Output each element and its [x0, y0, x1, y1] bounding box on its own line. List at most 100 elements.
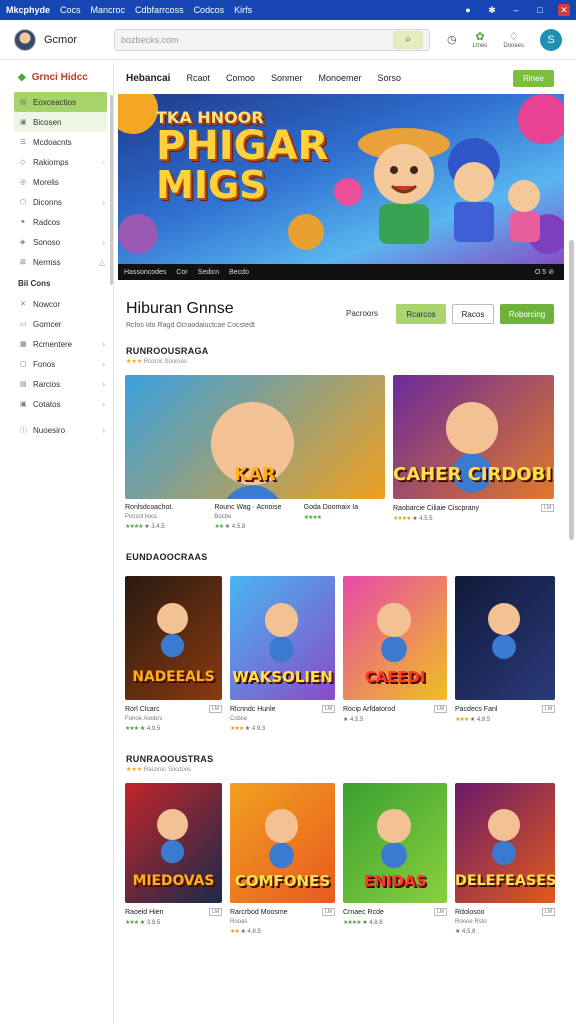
game-title[interactable]: Rdolosoo: [455, 909, 485, 916]
filter-button-accent[interactable]: Roborcing: [500, 304, 554, 324]
rating-stars: ★★★: [125, 920, 139, 926]
sidebar-item[interactable]: ⓘ Nuoesiro ›: [0, 420, 113, 440]
sidebar-item[interactable]: ▣ Cotatos ›: [0, 394, 113, 414]
game-title[interactable]: Rounc Wag · Acnoise: [214, 504, 295, 511]
filter-button-secondary[interactable]: Racos: [452, 304, 494, 324]
game-thumbnail[interactable]: WAKSOLIEN: [230, 576, 335, 700]
sidebar-item-icon: ▣: [20, 119, 27, 126]
filter-button-primary[interactable]: Rcarcos: [396, 304, 446, 324]
search-icon[interactable]: ⌕: [393, 30, 423, 49]
game-thumbnail[interactable]: CAEEDI: [343, 576, 447, 700]
sidebar-item[interactable]: ☰ Mcdoacnts: [0, 132, 113, 152]
game-card[interactable]: CAHER CIRDOBIES Raobarcie Ciliaie Ciscpra…: [393, 375, 554, 530]
game-title[interactable]: Rorl Clcarc: [125, 706, 160, 713]
main-content: Hebancai Rcaot Comoo Sonmer Monoemer Sor…: [118, 62, 568, 935]
titlebar-tab[interactable]: Kirfs: [234, 5, 252, 15]
sidebar-item[interactable]: ▭ Gomcer: [0, 314, 113, 334]
hero-caption[interactable]: Sedicn: [198, 269, 219, 276]
nav-link[interactable]: Sonmer: [271, 73, 303, 83]
profile-icon[interactable]: S: [540, 28, 562, 51]
clock-icon[interactable]: ◷: [447, 33, 457, 46]
nav-link[interactable]: Rcaot: [186, 73, 210, 83]
sidebar-item[interactable]: ⬡ Diconns ›: [0, 192, 113, 212]
globe-icon[interactable]: ●: [462, 4, 474, 16]
hero-caption[interactable]: Hassoncodes: [124, 269, 166, 276]
category-subtitle: Rcoroc Sooroos: [143, 359, 187, 365]
page-scrollbar[interactable]: [569, 240, 574, 540]
hero-banner[interactable]: TKA HNOOR PHIGAR MIGS Hassoncodes Cor Se…: [118, 94, 564, 280]
sidebar-item[interactable]: ◈ Sonoso ›: [0, 232, 113, 252]
hero-caption[interactable]: Becdo: [229, 269, 249, 276]
game-card[interactable]: ENIDAS Crnaec Rcde LM ★★★★ ★ 4.8.8: [343, 783, 447, 935]
game-thumbnail[interactable]: COMFONES: [230, 783, 335, 903]
character-illustration: [446, 402, 498, 454]
game-tag: LM: [209, 908, 222, 916]
sidebar-item[interactable]: ▣ Bicosen: [14, 112, 107, 132]
avatar[interactable]: [14, 28, 36, 51]
game-thumbnail[interactable]: DELEFEASES: [455, 783, 555, 903]
maximize-icon[interactable]: □: [534, 4, 546, 16]
game-title[interactable]: Raoeid Hien: [125, 909, 164, 916]
search-input[interactable]: bozbecks.com ⌕: [114, 28, 430, 51]
minimize-icon[interactable]: –: [510, 4, 522, 16]
game-logo-text: COMFONES: [234, 871, 331, 890]
game-thumbnail[interactable]: KAR: [125, 375, 385, 499]
nav-home[interactable]: Hebancai: [126, 73, 170, 84]
game-title[interactable]: Rlcnndc Hunle: [230, 706, 276, 713]
sidebar-item[interactable]: ▤ Rarcios ›: [0, 374, 113, 394]
sidebar-item[interactable]: ⊞ Nermss △: [0, 252, 113, 272]
game-card[interactable]: KAR Ronlsdcoachot. Pocsot liocs ★★★★ ★ 3.4.…: [125, 375, 385, 530]
nav-link[interactable]: Comoo: [226, 73, 255, 83]
game-thumbnail[interactable]: [455, 576, 555, 700]
sidebar-item[interactable]: ✦ Radcos: [0, 212, 113, 232]
game-card[interactable]: Pacdecs Fanl LM ★★★ ★ 4.8.5: [455, 576, 555, 732]
sidebar-logo[interactable]: ◆ Grnci Hidcc: [0, 62, 113, 92]
bell-icon[interactable]: ♢ Dooees: [503, 30, 524, 49]
sidebar-scrollbar[interactable]: [110, 95, 113, 285]
section-header: Hiburan Gnnse Rcfos Ido Ragd Ocraodaluct…: [118, 280, 568, 350]
game-tag: LM: [541, 504, 554, 512]
titlebar-tab[interactable]: Mancroc: [91, 5, 126, 15]
game-title[interactable]: Ronlsdcoachot.: [125, 504, 206, 511]
game-card[interactable]: MIEDOVAS Raoeid Hien LM ★★★ ★ 3.8.5: [125, 783, 222, 935]
close-icon[interactable]: ✕: [558, 4, 570, 16]
sidebar-item[interactable]: ▤ Eoxceactios: [14, 92, 107, 112]
game-meta[interactable]: Rounc Wag · Acnoise Bocbe ★★ ★ 4.5.8: [214, 504, 295, 530]
game-thumbnail[interactable]: MIEDOVAS: [125, 783, 222, 903]
game-title[interactable]: Pacdecs Fanl: [455, 706, 497, 713]
nav-cta-button[interactable]: Rinee: [513, 69, 554, 87]
nav-link[interactable]: Sorso: [378, 73, 402, 83]
sidebar-item-label: Mcdoacnts: [33, 137, 72, 147]
titlebar-tab[interactable]: Cocs: [60, 5, 81, 15]
filter-label: Pacroors: [346, 309, 379, 318]
nav-link[interactable]: Monoemer: [319, 73, 362, 83]
game-title[interactable]: Raobarcie Ciliaie Ciscprany: [393, 505, 479, 512]
settings-icon[interactable]: ✱: [486, 4, 498, 16]
game-subtitle: Pocsot liocs: [125, 514, 158, 520]
titlebar-tab[interactable]: Cdbfarrcoss: [135, 5, 184, 15]
game-title[interactable]: Rarcrbod Moosme: [230, 909, 288, 916]
game-meta[interactable]: Ronlsdcoachot. Pocsot liocs ★★★★ ★ 3.4.5: [125, 504, 206, 530]
game-meta[interactable]: Goda Doomaix Ia ★★★★: [304, 504, 385, 530]
game-card[interactable]: NADEEALS Rorl Clcarc LM Fonoe Aoobrs ★★★ ★ 4…: [125, 576, 222, 732]
game-thumbnail[interactable]: NADEEALS: [125, 576, 222, 700]
titlebar-tab[interactable]: Codcos: [194, 5, 225, 15]
game-title[interactable]: Rocip Arfdatorod: [343, 706, 395, 713]
sidebar-item[interactable]: ◎ Morelis: [0, 172, 113, 192]
game-card[interactable]: COMFONES Rarcrbod Moosme LM Rooas ★★ ★ 4.8.5: [230, 783, 335, 935]
game-title[interactable]: Goda Doomaix Ia: [304, 504, 385, 511]
sidebar-item-label: Fonos: [33, 359, 56, 369]
hero-caption[interactable]: Cor: [176, 269, 187, 276]
hero-pager[interactable]: O 5 ⊘: [535, 268, 554, 276]
game-thumbnail[interactable]: ENIDAS: [343, 783, 447, 903]
game-thumbnail[interactable]: CAHER CIRDOBIES: [393, 375, 554, 499]
sidebar-item[interactable]: ✕ Nowcor: [0, 294, 113, 314]
game-card[interactable]: DELEFEASES Rdolosoo LM Roooe Rsto ★ 4.5.8: [455, 783, 555, 935]
sidebar-item[interactable]: ▢ Fonos ›: [0, 354, 113, 374]
gift-icon[interactable]: ✿ Ltnes: [473, 30, 488, 49]
game-card[interactable]: WAKSOLIEN Rlcnndc Hunle LM Ccbce ★★★ ★ 4.9.3: [230, 576, 335, 732]
game-title[interactable]: Crnaec Rcde: [343, 909, 384, 916]
sidebar-item[interactable]: ◇ Rakiomps ◦: [0, 152, 113, 172]
sidebar-item[interactable]: ▦ Rcmentere ›: [0, 334, 113, 354]
game-card[interactable]: CAEEDI Rocip Arfdatorod LM ★ 4.5.5: [343, 576, 447, 732]
